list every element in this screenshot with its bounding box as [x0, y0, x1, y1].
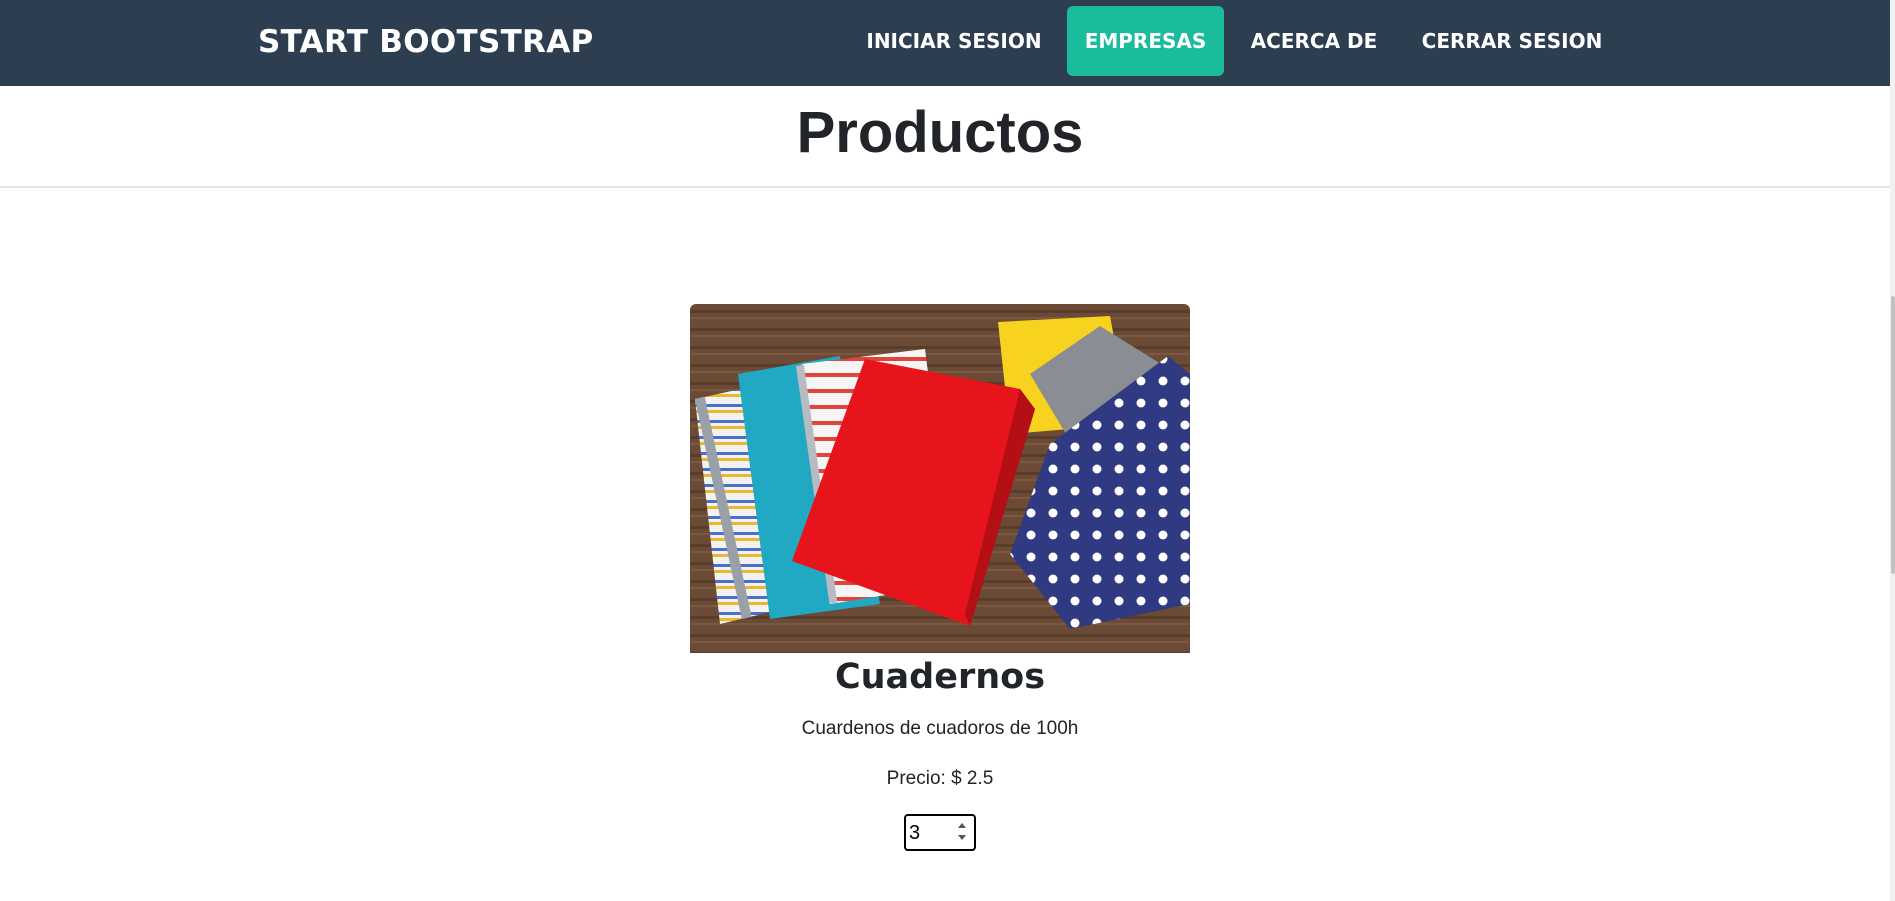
product-description: Cuardenos de cuadoros de 100h — [801, 718, 1079, 739]
brand-link[interactable]: START BOOTSTRAP — [258, 22, 594, 62]
quantity-input[interactable] — [909, 820, 949, 846]
product-price: Precio: $ 2.5 — [690, 767, 1190, 791]
product-card: Cuadernos Cuardenos de cuadoros de 100h … — [690, 304, 1190, 851]
navbar: START BOOTSTRAP INICIAR SESION EMPRESAS … — [0, 0, 1890, 86]
quantity-spinner[interactable] — [954, 819, 971, 846]
nav-empresas[interactable]: EMPRESAS — [1067, 6, 1224, 76]
page-title: Productos — [796, 100, 1084, 165]
nav-iniciar-sesion[interactable]: INICIAR SESION — [862, 6, 1046, 76]
nav-acerca-de[interactable]: ACERCA DE — [1240, 6, 1388, 76]
spin-down-icon[interactable] — [954, 832, 971, 845]
title-divider — [0, 186, 1890, 188]
quantity-stepper[interactable] — [904, 814, 976, 851]
scrollbar-thumb[interactable] — [1891, 296, 1895, 574]
nav-cerrar-sesion[interactable]: CERRAR SESION — [1407, 6, 1617, 76]
notebooks-photo-icon — [690, 304, 1190, 653]
price-value: $ 2.5 — [951, 768, 994, 789]
price-label: Precio: — [886, 768, 946, 789]
product-name: Cuadernos — [834, 657, 1046, 697]
spin-up-icon[interactable] — [954, 819, 971, 832]
